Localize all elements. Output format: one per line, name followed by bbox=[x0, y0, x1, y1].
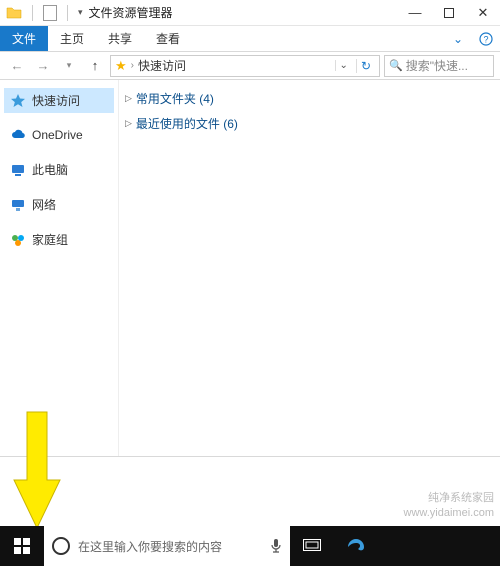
microphone-icon[interactable] bbox=[270, 538, 282, 554]
separator bbox=[32, 5, 33, 21]
watermark: 纯净系统家园 www.yidaimei.com bbox=[404, 491, 494, 520]
tab-view[interactable]: 查看 bbox=[144, 26, 192, 51]
task-view-button[interactable] bbox=[290, 526, 334, 566]
chevron-right-icon: ▷ bbox=[125, 93, 132, 104]
quick-access-toolbar: ▾ bbox=[0, 5, 83, 21]
document-icon bbox=[43, 5, 57, 21]
sidebar-item-homegroup[interactable]: 家庭组 bbox=[4, 227, 114, 252]
quick-access-icon: ★ bbox=[115, 58, 127, 74]
search-placeholder: 搜索"快速... bbox=[406, 57, 468, 74]
group-label: 常用文件夹 (4) bbox=[136, 90, 214, 107]
search-icon: 🔍 bbox=[389, 59, 403, 72]
sidebar-item-label: OneDrive bbox=[32, 128, 83, 142]
sidebar-item-this-pc[interactable]: 此电脑 bbox=[4, 157, 114, 182]
navigation-pane: 快速访问 OneDrive 此电脑 网络 家庭组 bbox=[0, 80, 118, 456]
minimize-button[interactable]: — bbox=[398, 0, 432, 26]
breadcrumb[interactable]: 快速访问 bbox=[138, 57, 186, 74]
watermark-line1: 纯净系统家园 bbox=[404, 491, 494, 505]
address-bar[interactable]: ★ › 快速访问 ⌄ ↻ bbox=[110, 55, 380, 77]
maximize-button[interactable] bbox=[432, 0, 466, 26]
status-bar bbox=[0, 456, 500, 478]
tab-home[interactable]: 主页 bbox=[48, 26, 96, 51]
star-icon bbox=[10, 93, 26, 109]
navigation-row: ← → ▾ ↑ ★ › 快速访问 ⌄ ↻ 🔍 搜索"快速... bbox=[0, 52, 500, 80]
taskbar-app-edge[interactable] bbox=[334, 526, 378, 566]
sidebar-item-label: 网络 bbox=[32, 196, 56, 213]
svg-text:?: ? bbox=[483, 34, 488, 44]
explorer-body: 快速访问 OneDrive 此电脑 网络 家庭组 ▷ 常用文件夹 (4) ▷ bbox=[0, 80, 500, 456]
group-frequent-folders[interactable]: ▷ 常用文件夹 (4) bbox=[123, 86, 496, 111]
title-bar: ▾ 文件资源管理器 — ✕ bbox=[0, 0, 500, 26]
window-title: 文件资源管理器 bbox=[89, 4, 173, 21]
cloud-icon bbox=[10, 127, 26, 143]
explorer-icon bbox=[6, 5, 22, 21]
sidebar-item-quick-access[interactable]: 快速访问 bbox=[4, 88, 114, 113]
forward-button[interactable]: → bbox=[32, 55, 54, 77]
window-controls: — ✕ bbox=[398, 0, 500, 26]
help-icon[interactable]: ? bbox=[472, 26, 500, 51]
ribbon-expand-icon[interactable]: ⌄ bbox=[444, 26, 472, 51]
chevron-right-icon[interactable]: › bbox=[131, 60, 134, 71]
sidebar-item-label: 此电脑 bbox=[32, 161, 68, 178]
group-label: 最近使用的文件 (6) bbox=[136, 115, 238, 132]
separator bbox=[67, 5, 68, 21]
tab-file[interactable]: 文件 bbox=[0, 26, 48, 51]
qat-dropdown-icon[interactable]: ▾ bbox=[78, 7, 83, 18]
sidebar-item-network[interactable]: 网络 bbox=[4, 192, 114, 217]
taskbar-search-placeholder: 在这里输入你要搜索的内容 bbox=[78, 538, 222, 555]
start-button[interactable] bbox=[0, 526, 44, 566]
sidebar-item-onedrive[interactable]: OneDrive bbox=[4, 123, 114, 147]
watermark-line2: www.yidaimei.com bbox=[404, 506, 494, 520]
taskbar: 在这里输入你要搜索的内容 bbox=[0, 526, 500, 566]
sidebar-item-label: 快速访问 bbox=[32, 92, 80, 109]
back-button[interactable]: ← bbox=[6, 55, 28, 77]
ribbon-tabs: 文件 主页 共享 查看 ⌄ ? bbox=[0, 26, 500, 52]
content-pane: ▷ 常用文件夹 (4) ▷ 最近使用的文件 (6) bbox=[118, 80, 500, 456]
pc-icon bbox=[10, 162, 26, 178]
ribbon-help: ⌄ ? bbox=[444, 26, 500, 51]
homegroup-icon bbox=[10, 232, 26, 248]
cortana-icon bbox=[52, 537, 70, 555]
chevron-right-icon: ▷ bbox=[125, 118, 132, 129]
search-box[interactable]: 🔍 搜索"快速... bbox=[384, 55, 494, 77]
recent-dropdown-icon[interactable]: ▾ bbox=[58, 55, 80, 77]
group-recent-files[interactable]: ▷ 最近使用的文件 (6) bbox=[123, 111, 496, 136]
sidebar-item-label: 家庭组 bbox=[32, 231, 68, 248]
network-icon bbox=[10, 197, 26, 213]
address-dropdown-icon[interactable]: ⌄ bbox=[335, 60, 352, 71]
taskbar-search[interactable]: 在这里输入你要搜索的内容 bbox=[44, 526, 290, 566]
refresh-icon[interactable]: ↻ bbox=[356, 59, 375, 73]
tab-share[interactable]: 共享 bbox=[96, 26, 144, 51]
close-button[interactable]: ✕ bbox=[466, 0, 500, 26]
up-button[interactable]: ↑ bbox=[84, 55, 106, 77]
